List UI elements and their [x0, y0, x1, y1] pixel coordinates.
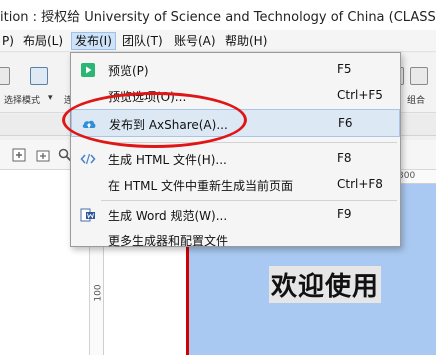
menu-item-publish-axshare[interactable]: 发布到 AxShare(A)... F6 — [71, 109, 400, 137]
group-icon — [410, 67, 428, 85]
menu-item-preview-options[interactable]: 预览选项(O)... Ctrl+F5 — [71, 83, 400, 109]
menu-publish[interactable]: 发布(I) — [71, 32, 116, 50]
menu-item-more-generators[interactable]: 更多生成器和配置文件 — [71, 227, 400, 253]
menu-item-shortcut: F5 — [337, 62, 352, 76]
menu-item-label: 生成 Word 规范(W)... — [108, 209, 228, 223]
cloud-upload-icon — [82, 120, 96, 128]
app-window: ition : 授权给 University of Science and Te… — [0, 0, 436, 355]
menu-separator — [101, 142, 397, 143]
menu-item-shortcut: F9 — [337, 207, 352, 221]
menu-item-generate-html[interactable]: 生成 HTML 文件(H)... F8 — [71, 146, 400, 172]
menu-item-label: 生成 HTML 文件(H)... — [108, 153, 227, 167]
code-brackets-icon — [80, 153, 96, 165]
select-mode-label: 选择模式 — [4, 96, 41, 106]
menu-item-label: 发布到 AxShare(A)... — [109, 118, 228, 132]
menu-help[interactable]: 帮助(H) — [222, 32, 270, 50]
menu-item-generate-word[interactable]: 生成 Word 规范(W)... F9 — [71, 202, 400, 228]
publish-dropdown-menu: 预览(P) F5 预览选项(O)... Ctrl+F5 发布到 AxShare(… — [70, 52, 401, 248]
menu-item-label: 在 HTML 文件中重新生成当前页面 — [108, 179, 294, 193]
word-spec-icon — [80, 208, 95, 222]
preview-play-icon — [81, 63, 95, 77]
chevron-down-icon: ▾ — [48, 93, 53, 103]
select-mode-icon — [30, 67, 48, 85]
menu-item-label: 预览(P) — [108, 64, 149, 78]
add-page-icon[interactable] — [12, 148, 26, 162]
group-label: 组合 — [407, 96, 426, 106]
menu-team[interactable]: 团队(T) — [119, 32, 166, 50]
menu-separator — [101, 200, 397, 201]
menu-item-shortcut: F6 — [338, 116, 353, 130]
title-bar: ition : 授权给 University of Science and Te… — [0, 0, 436, 30]
menu-bar: P) 布局(L) 发布(I) 团队(T) 账号(A) 帮助(H) — [0, 30, 436, 52]
menu-layout[interactable]: 布局(L) — [20, 32, 66, 50]
menu-item-shortcut: Ctrl+F5 — [337, 88, 383, 102]
menu-item-preview[interactable]: 预览(P) F5 — [71, 57, 400, 83]
menu-item-label: 更多生成器和配置文件 — [108, 234, 229, 248]
add-folder-icon[interactable] — [36, 148, 50, 162]
menu-item-label: 预览选项(O)... — [108, 90, 187, 104]
window-title: ition : 授权给 University of Science and Te… — [0, 10, 436, 25]
toolbar-partial-icon — [0, 67, 10, 85]
banner-text: 欢迎使用 — [269, 266, 382, 303]
menu-item-shortcut: F8 — [337, 151, 352, 165]
menu-item-p[interactable]: P) — [0, 32, 17, 50]
menu-account[interactable]: 账号(A) — [171, 32, 219, 50]
menu-item-shortcut: Ctrl+F8 — [337, 177, 383, 191]
ruler-mark-100: 100 — [93, 284, 104, 302]
menu-item-regenerate-page[interactable]: 在 HTML 文件中重新生成当前页面 Ctrl+F8 — [71, 172, 400, 198]
